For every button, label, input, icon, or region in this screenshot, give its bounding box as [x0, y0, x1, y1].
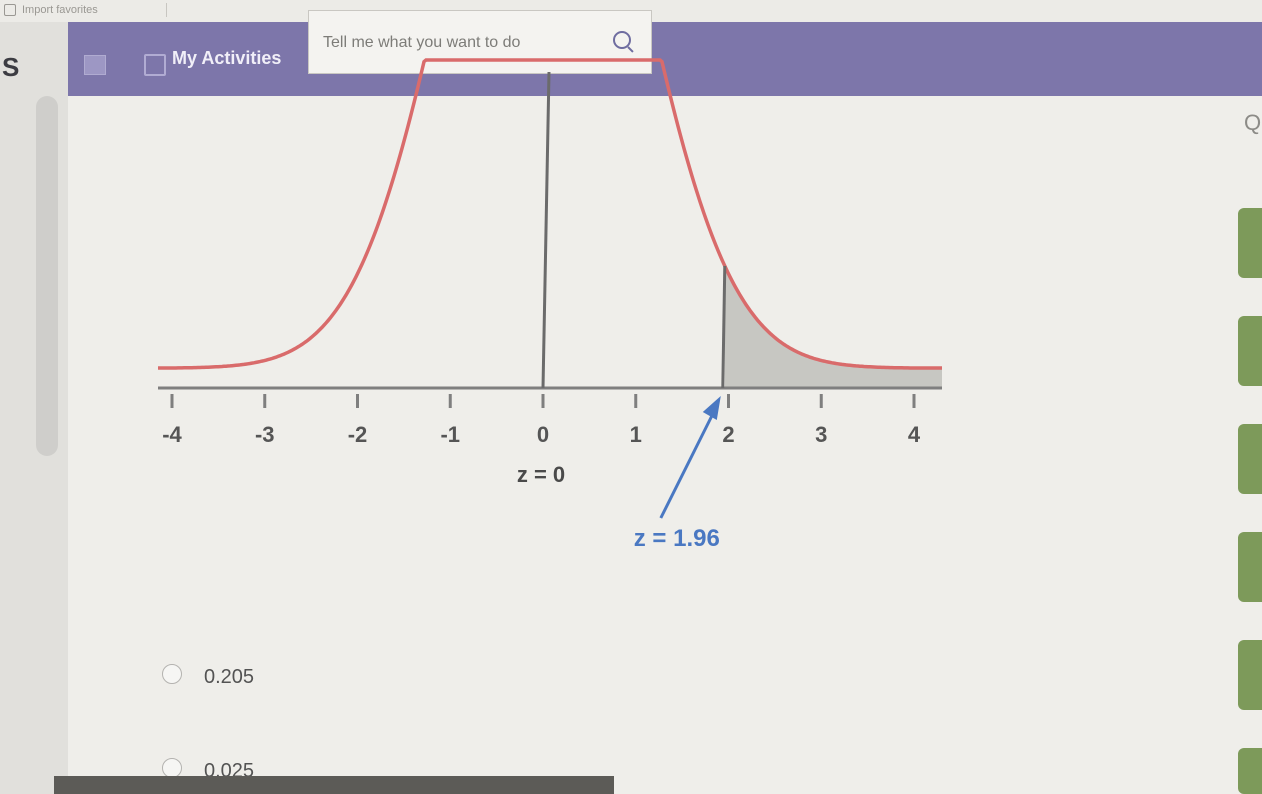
side-tab[interactable]	[1238, 748, 1262, 794]
normal-distribution-chart: -4 -3 -2 -1 0 1 2 3 4 z = 0 z = 1.96	[158, 58, 942, 552]
z-cutoff-line	[721, 265, 727, 389]
right-panel-letter: Q	[1244, 110, 1262, 135]
x-tick-label: 2	[722, 422, 734, 447]
x-tick-label: 3	[815, 422, 827, 447]
annotation-arrowhead	[702, 396, 721, 420]
x-tick-label: -1	[440, 422, 460, 447]
radio-button[interactable]	[162, 758, 182, 778]
side-tab[interactable]	[1238, 316, 1262, 386]
side-tab[interactable]	[1238, 424, 1262, 494]
option-label: 0.205	[204, 666, 255, 688]
radio-button[interactable]	[162, 664, 182, 684]
x-tick-label: 0	[537, 422, 549, 447]
annotation-z196: z = 1.96	[634, 525, 720, 552]
mean-line	[541, 71, 551, 389]
normal-curve	[158, 58, 942, 370]
x-tick-label: 1	[630, 422, 642, 447]
side-tab[interactable]	[1238, 532, 1262, 602]
x-tick-label: -4	[162, 422, 182, 447]
x-tick-label: -3	[255, 422, 275, 447]
side-tab[interactable]	[1238, 640, 1262, 710]
x-tick-label: 4	[908, 422, 921, 447]
annotation-arrow	[659, 409, 717, 519]
side-tab[interactable]	[1238, 208, 1262, 278]
x-tick-label: -2	[348, 422, 368, 447]
annotation-z0: z = 0	[517, 462, 565, 487]
bottom-bar	[54, 776, 614, 794]
